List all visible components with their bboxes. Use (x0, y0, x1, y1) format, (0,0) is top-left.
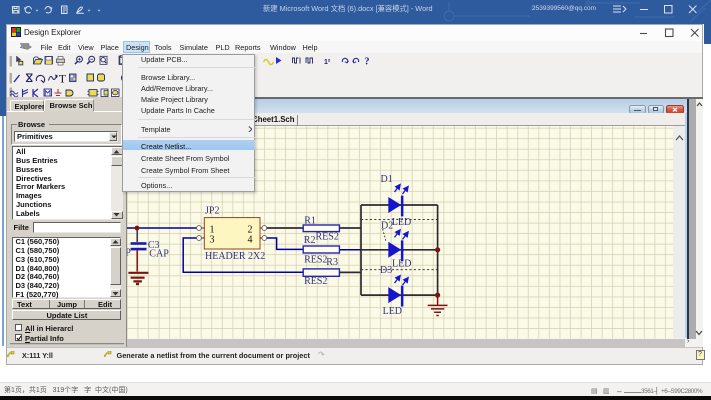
svg-text:JP2: JP2 (205, 206, 219, 217)
svg-text:RES2: RES2 (316, 232, 339, 243)
svg-text:HEADER 2X2: HEADER 2X2 (205, 251, 265, 262)
svg-text:D1: D1 (381, 174, 393, 185)
svg-text:LED: LED (392, 217, 411, 228)
svg-text:D3: D3 (380, 265, 392, 276)
svg-text:1²: 1² (324, 59, 331, 66)
svg-text:R1: R1 (304, 215, 316, 226)
svg-text:RES2: RES2 (304, 276, 327, 287)
svg-text:?: ? (365, 56, 370, 67)
svg-text:R2: R2 (304, 235, 316, 246)
svg-text:CAP: CAP (149, 249, 169, 260)
svg-text:LED: LED (392, 258, 411, 269)
svg-text:RES2: RES2 (304, 254, 327, 265)
svg-text:P: P (127, 248, 131, 259)
svg-text:T: T (59, 71, 67, 85)
svg-text:R3: R3 (326, 257, 338, 268)
svg-text:4: 4 (248, 235, 253, 246)
svg-text:3: 3 (210, 235, 215, 246)
svg-text:LED: LED (383, 306, 402, 317)
